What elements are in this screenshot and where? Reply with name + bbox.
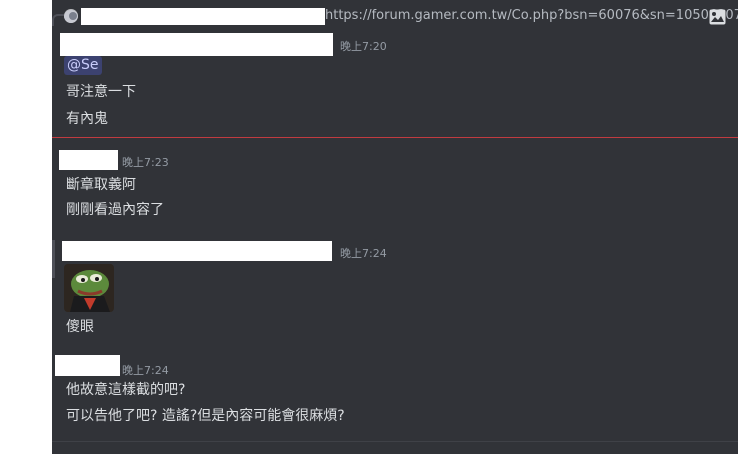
reply-link[interactable]: https://forum.gamer.com.tw/Co.php?bsn=60… xyxy=(325,8,738,23)
reply-avatar-icon[interactable] xyxy=(64,9,78,23)
message-timestamp: 晚上7:24 xyxy=(340,247,387,260)
redacted-username xyxy=(59,150,118,170)
chat-bottom-separator xyxy=(52,441,738,442)
user-mention[interactable]: @Se xyxy=(64,56,102,75)
message-text: 他故意這樣截的吧? xyxy=(66,382,186,398)
message-text: 有內鬼 xyxy=(66,111,108,127)
redacted-username xyxy=(55,355,120,376)
chat-panel: https://forum.gamer.com.tw/Co.php?bsn=60… xyxy=(52,0,738,454)
message-hover-marker xyxy=(52,240,55,278)
message-timestamp: 晚上7:23 xyxy=(122,156,169,169)
new-messages-divider xyxy=(52,137,738,138)
image-icon[interactable] xyxy=(709,9,726,25)
redacted-username xyxy=(81,8,325,25)
pepe-frog-sticker[interactable] xyxy=(64,264,114,312)
message-text: 哥注意一下 xyxy=(66,84,136,100)
message-timestamp: 晚上7:24 xyxy=(122,364,169,377)
message-text: 剛剛看過內容了 xyxy=(66,202,164,218)
message-text: 傻眼 xyxy=(66,319,94,335)
redacted-username xyxy=(60,33,333,56)
reply-spine xyxy=(52,14,64,26)
message-timestamp: 晚上7:20 xyxy=(340,40,387,53)
message-text: 可以告他了吧? 造謠?但是內容可能會很麻煩? xyxy=(66,408,345,424)
message-text: 斷章取義阿 xyxy=(66,177,136,193)
redacted-username xyxy=(62,241,332,261)
